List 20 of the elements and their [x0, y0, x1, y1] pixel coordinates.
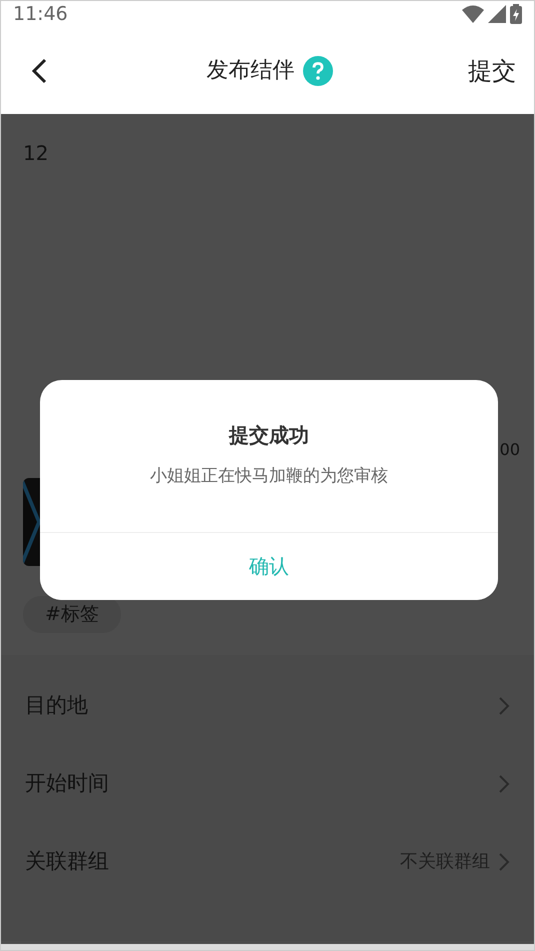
chevron-icon [498, 696, 510, 716]
row-label: 开始时间 [25, 770, 109, 797]
confirm-button[interactable]: 确认 [40, 532, 498, 600]
dialog-message: 小姐姐正在快马加鞭的为您审核 [149, 465, 389, 488]
submit-button[interactable]: 提交 [468, 52, 516, 88]
status-time: 11:46 [13, 2, 68, 27]
signal-icon [488, 5, 506, 23]
battery-icon [510, 4, 522, 24]
chevron-icon [498, 852, 510, 872]
counter-text: 00 [500, 439, 520, 461]
wifi-icon [462, 5, 484, 23]
form-row[interactable]: 开始时间 [1, 744, 534, 822]
page-title: 发布结伴 [206, 57, 294, 85]
back-icon[interactable] [31, 58, 47, 84]
chevron-icon [498, 774, 510, 794]
row-label: 目的地 [25, 692, 88, 719]
row-label: 关联群组 [25, 848, 109, 875]
form-row[interactable]: 目的地 [1, 666, 534, 744]
content-text: 12 [22, 140, 50, 167]
dialog-title: 提交成功 [228, 422, 310, 449]
